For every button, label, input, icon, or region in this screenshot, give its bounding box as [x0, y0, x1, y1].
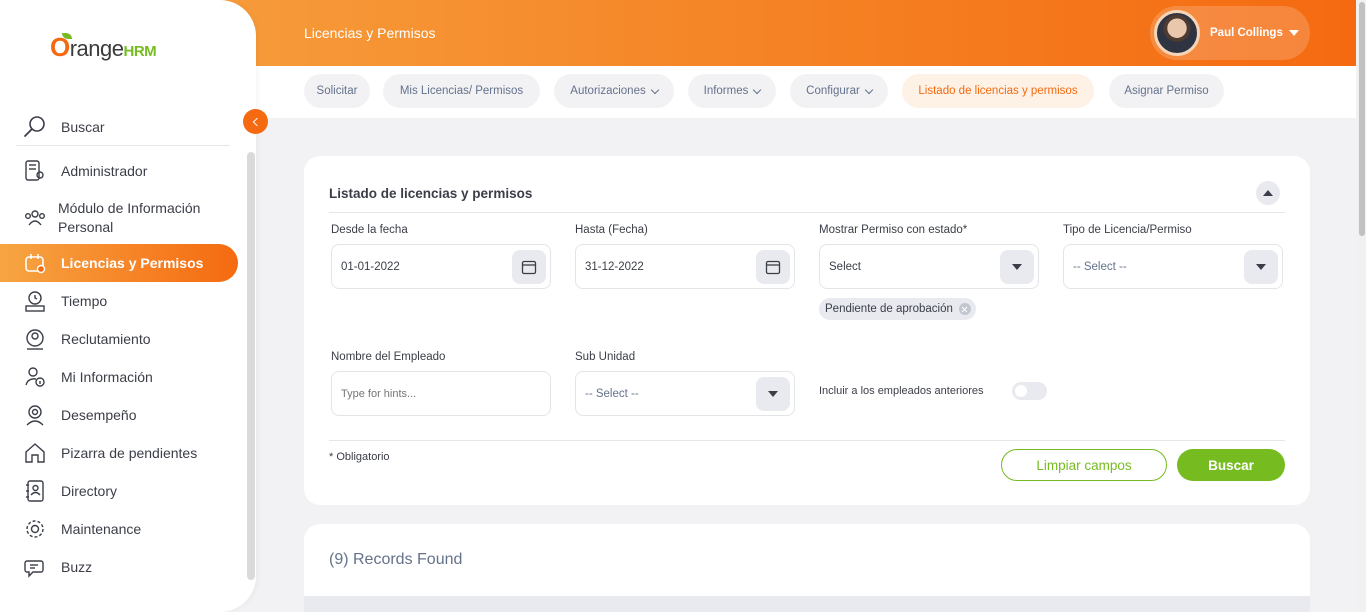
employee-name-input[interactable]: [331, 371, 551, 416]
filter-card: Listado de licencias y permisos Desde la…: [304, 156, 1310, 505]
top-nav-tabs: Solicitar Mis Licencias/ Permisos Autori…: [256, 66, 1356, 118]
sidebar-scrollbar[interactable]: [247, 152, 255, 580]
past-employees-label: Incluir a los empleados anteriores: [819, 385, 984, 397]
search-icon: [24, 115, 45, 137]
sidebar-item-reclutamiento[interactable]: Reclutamiento: [0, 320, 238, 358]
home-icon: [22, 440, 48, 466]
recruitment-icon: [22, 326, 48, 352]
sidebar-item-tiempo[interactable]: Tiempo: [0, 282, 238, 320]
leave-type-label: Tipo de Licencia/Permiso: [1063, 224, 1192, 236]
leave-type-select[interactable]: -- Select --: [1063, 244, 1283, 289]
sidebar-item-pim[interactable]: Módulo de Información Personal: [0, 196, 238, 240]
status-label: Mostrar Permiso con estado*: [819, 224, 968, 236]
dropdown-arrow-icon[interactable]: [1000, 250, 1034, 284]
performance-icon: [22, 402, 48, 428]
leave-icon: [22, 250, 48, 276]
sidebar-item-administrador[interactable]: Administrador: [0, 152, 238, 190]
records-count: (9) Records Found: [329, 551, 463, 568]
table-header: [304, 596, 1310, 612]
tab-listado-licencias[interactable]: Listado de licencias y permisos: [902, 74, 1094, 108]
pim-icon: [22, 205, 48, 231]
sidebar-search[interactable]: Buscar: [16, 108, 230, 146]
reset-button[interactable]: Limpiar campos: [1001, 449, 1167, 481]
remove-chip-icon[interactable]: [958, 303, 971, 315]
page-title: Licencias y Permisos: [304, 25, 436, 41]
tab-configurar[interactable]: Configurar: [790, 74, 888, 108]
employee-name-label: Nombre del Empleado: [331, 351, 446, 363]
my-info-icon: [22, 364, 48, 390]
tab-informes[interactable]: Informes: [688, 74, 776, 108]
status-chip: Pendiente de aprobación: [819, 298, 976, 320]
user-name: Paul Collings: [1210, 27, 1283, 39]
dropdown-arrow-icon[interactable]: [756, 377, 790, 411]
results-card: (9) Records Found: [304, 524, 1310, 612]
status-select[interactable]: Select: [819, 244, 1039, 289]
divider: [329, 212, 1285, 213]
sidebar-item-directory[interactable]: Directory: [0, 472, 238, 510]
required-note: * Obligatorio: [329, 451, 390, 463]
chevron-down-icon: [864, 85, 874, 94]
collapse-filter-button[interactable]: [1256, 181, 1280, 205]
tab-asignar-permiso[interactable]: Asignar Permiso: [1109, 74, 1224, 108]
subunit-label: Sub Unidad: [575, 351, 636, 363]
past-employees-toggle[interactable]: [1012, 382, 1047, 400]
tab-autorizaciones[interactable]: Autorizaciones: [554, 74, 674, 108]
sidebar-item-desempeno[interactable]: Desempeño: [0, 396, 238, 434]
tab-mis-licencias[interactable]: Mis Licencias/ Permisos: [383, 74, 540, 108]
sidebar-item-licencias[interactable]: Licencias y Permisos: [0, 244, 238, 282]
sidebar-search-label: Buscar: [61, 118, 105, 135]
sidebar-item-pizarra[interactable]: Pizarra de pendientes: [0, 434, 238, 472]
page-scrollbar[interactable]: [1358, 0, 1366, 612]
calendar-icon[interactable]: [512, 250, 546, 284]
to-date-label: Hasta (Fecha): [575, 224, 648, 236]
avatar: [1154, 10, 1200, 56]
sidebar-item-mi-informacion[interactable]: Mi Información: [0, 358, 238, 396]
user-dropdown[interactable]: Paul Collings: [1150, 6, 1310, 60]
search-button[interactable]: Buscar: [1177, 449, 1285, 481]
chevron-down-icon: [753, 85, 762, 94]
buzz-icon: [22, 554, 48, 580]
tab-solicitar[interactable]: Solicitar: [304, 74, 370, 108]
sidebar: OrangeHRM Buscar Administrador Módulo de…: [0, 0, 256, 612]
dropdown-arrow-icon[interactable]: [1244, 250, 1278, 284]
divider: [329, 440, 1285, 441]
time-icon: [22, 288, 48, 314]
from-date-label: Desde la fecha: [331, 224, 408, 236]
chevron-down-icon: [650, 85, 659, 94]
sidebar-item-maintenance[interactable]: Maintenance: [0, 510, 238, 548]
directory-icon: [22, 478, 48, 504]
sidebar-item-buzz[interactable]: Buzz: [0, 548, 238, 586]
gear-icon: [22, 516, 48, 542]
admin-icon: [22, 158, 48, 184]
from-date-input[interactable]: 01-01-2022: [331, 244, 551, 289]
subunit-select[interactable]: -- Select --: [575, 371, 795, 416]
to-date-input[interactable]: 31-12-2022: [575, 244, 795, 289]
filter-title: Listado de licencias y permisos: [329, 186, 533, 201]
caret-down-icon: [1288, 30, 1299, 36]
calendar-icon[interactable]: [756, 250, 790, 284]
sidebar-collapse-button[interactable]: [243, 109, 268, 134]
